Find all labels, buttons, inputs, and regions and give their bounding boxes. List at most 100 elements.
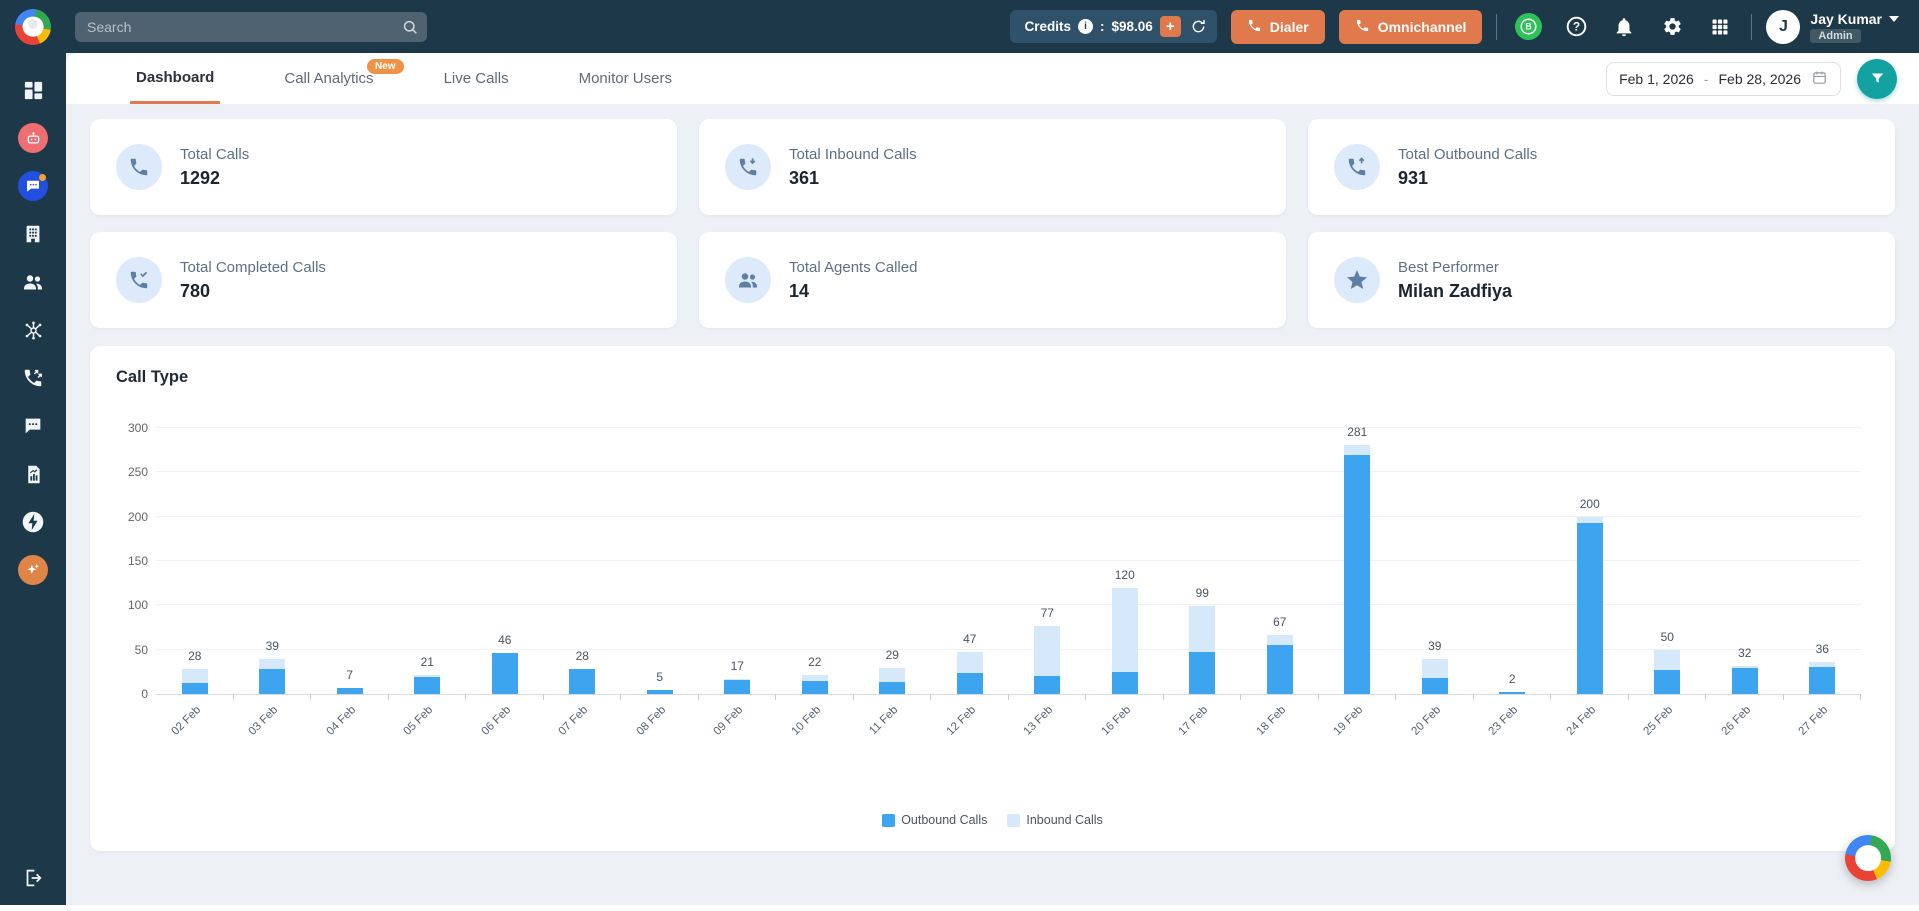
user-menu[interactable]: J Jay Kumar Admin bbox=[1766, 9, 1899, 44]
bar-segment-outbound[interactable] bbox=[1499, 692, 1526, 694]
bar-segment-outbound[interactable] bbox=[1809, 666, 1836, 694]
chat-icon[interactable] bbox=[13, 169, 53, 203]
date-range-picker[interactable]: Feb 1, 2026 - Feb 28, 2026 bbox=[1606, 61, 1841, 96]
bar-segment-outbound[interactable] bbox=[414, 677, 441, 694]
help-icon[interactable]: ? bbox=[1559, 12, 1593, 42]
stacked-bar bbox=[1654, 649, 1681, 694]
x-axis-tick-label: 27 Feb bbox=[1796, 704, 1831, 738]
legend-label: Outbound Calls bbox=[901, 813, 988, 827]
call-forward-icon[interactable] bbox=[13, 361, 53, 395]
bar-segment-outbound[interactable] bbox=[1654, 670, 1681, 694]
bar-segment-outbound[interactable] bbox=[1034, 676, 1061, 694]
hub-icon[interactable] bbox=[13, 313, 53, 347]
x-axis-tick-label: 08 Feb bbox=[634, 704, 669, 738]
agents-icon bbox=[725, 257, 771, 303]
tab-monitor-users[interactable]: Monitor Users bbox=[573, 53, 678, 104]
bar-segment-outbound[interactable] bbox=[724, 679, 751, 694]
power-icon[interactable] bbox=[13, 505, 53, 539]
stacked-bar bbox=[569, 669, 596, 694]
settings-icon[interactable] bbox=[1655, 12, 1689, 42]
bar-segment-inbound[interactable] bbox=[259, 659, 286, 670]
avatar[interactable]: J bbox=[1766, 9, 1801, 44]
search-icon[interactable] bbox=[401, 18, 419, 41]
phone-icon bbox=[1355, 18, 1370, 36]
bar-segment-outbound[interactable] bbox=[879, 681, 906, 694]
bar-segment-outbound[interactable] bbox=[1421, 678, 1448, 694]
tab-call-analytics[interactable]: Call Analytics New bbox=[278, 53, 404, 104]
calendar-icon[interactable] bbox=[1811, 69, 1828, 89]
bar-segment-inbound[interactable] bbox=[1344, 444, 1371, 455]
user-role-badge: Admin bbox=[1810, 28, 1861, 43]
bar-segment-inbound[interactable] bbox=[181, 669, 208, 684]
bar-segment-outbound[interactable] bbox=[491, 653, 518, 694]
apps-grid-icon[interactable] bbox=[1703, 12, 1737, 42]
search-input[interactable] bbox=[75, 18, 427, 35]
chat-widget-button[interactable] bbox=[1845, 835, 1891, 881]
bar-value-label: 28 bbox=[575, 649, 589, 664]
bar-segment-outbound[interactable] bbox=[1111, 671, 1138, 694]
sms-icon[interactable] bbox=[13, 409, 53, 443]
search-box[interactable] bbox=[75, 11, 427, 42]
bar-slot-17-feb: 99 17 Feb bbox=[1164, 429, 1242, 738]
bar-segment-inbound[interactable] bbox=[1266, 634, 1293, 646]
bar-slot-03-feb: 39 03 Feb bbox=[234, 429, 312, 738]
bar-segment-inbound[interactable] bbox=[1189, 606, 1216, 653]
brand-logo bbox=[15, 8, 51, 45]
report-icon[interactable] bbox=[13, 457, 53, 491]
bar-segment-inbound[interactable] bbox=[1111, 587, 1138, 672]
bar-segment-outbound[interactable] bbox=[259, 669, 286, 694]
legend-item-outbound-calls[interactable]: Outbound Calls bbox=[882, 813, 987, 827]
y-axis-tick-label: 0 bbox=[141, 687, 148, 701]
bar-segment-outbound[interactable] bbox=[801, 680, 828, 694]
chart-plot: 0 50 100 150 200 250 300 28 02 Feb 39 03 Feb 7 04 Fe… bbox=[128, 421, 1861, 738]
bar-value-label: 29 bbox=[885, 648, 899, 663]
whatsapp-business-icon[interactable]: B bbox=[1511, 12, 1545, 42]
stat-value: 14 bbox=[789, 280, 810, 301]
bar-segment-outbound[interactable] bbox=[1731, 668, 1758, 694]
notifications-icon[interactable] bbox=[1607, 12, 1641, 42]
chevron-down-icon[interactable] bbox=[1889, 15, 1899, 22]
contacts-icon[interactable] bbox=[13, 265, 53, 299]
date-start[interactable]: Feb 1, 2026 bbox=[1619, 71, 1694, 87]
bar-segment-outbound[interactable] bbox=[1344, 454, 1371, 694]
bar-segment-outbound[interactable] bbox=[336, 687, 363, 694]
bar-segment-outbound[interactable] bbox=[1266, 645, 1293, 694]
y-axis-tick-label: 150 bbox=[127, 554, 148, 568]
add-credits-button[interactable]: + bbox=[1159, 16, 1181, 37]
tab-live-calls[interactable]: Live Calls bbox=[438, 53, 515, 104]
bar-segment-inbound[interactable] bbox=[1654, 649, 1681, 671]
bar-segment-outbound[interactable] bbox=[181, 683, 208, 694]
stat-value: 361 bbox=[789, 167, 820, 188]
filter-button[interactable] bbox=[1857, 58, 1897, 99]
exit-icon[interactable] bbox=[13, 861, 53, 895]
bar-segment-inbound[interactable] bbox=[1421, 659, 1448, 679]
x-axis-tick-label: 09 Feb bbox=[711, 704, 746, 738]
credits-separator: : bbox=[1100, 19, 1105, 34]
tab-dashboard[interactable]: Dashboard bbox=[130, 53, 221, 104]
bar-slot-04-feb: 7 04 Feb bbox=[311, 429, 389, 738]
info-icon[interactable]: i bbox=[1078, 19, 1093, 34]
bot-icon[interactable] bbox=[13, 121, 53, 155]
bar-segment-inbound[interactable] bbox=[956, 652, 983, 673]
stats-grid: Total Calls 1292 Total Inbound Calls 361 Tot… bbox=[90, 119, 1895, 328]
legend-label: Inbound Calls bbox=[1026, 813, 1103, 827]
bar-segment-outbound[interactable] bbox=[1189, 652, 1216, 694]
bar-segment-outbound[interactable] bbox=[646, 689, 673, 694]
omnichannel-button[interactable]: Omnichannel bbox=[1338, 9, 1483, 44]
ai-icon[interactable] bbox=[13, 553, 53, 587]
stat-card-total-inbound-calls: Total Inbound Calls 361 bbox=[699, 119, 1286, 215]
bar-segment-inbound[interactable] bbox=[879, 668, 906, 682]
date-end[interactable]: Feb 28, 2026 bbox=[1718, 71, 1801, 87]
bar-segment-inbound[interactable] bbox=[1034, 625, 1061, 677]
bar-segment-outbound[interactable] bbox=[956, 672, 983, 694]
stat-value: 1292 bbox=[180, 167, 221, 188]
bar-segment-outbound[interactable] bbox=[1576, 522, 1603, 694]
bar-slot-02-feb: 28 02 Feb bbox=[156, 429, 234, 738]
company-icon[interactable] bbox=[13, 217, 53, 251]
refresh-credits-icon[interactable] bbox=[1190, 18, 1207, 35]
bar-segment-outbound[interactable] bbox=[569, 669, 596, 694]
legend-item-inbound-calls[interactable]: Inbound Calls bbox=[1007, 813, 1103, 827]
dialer-button[interactable]: Dialer bbox=[1230, 9, 1325, 44]
bar-slot-19-feb: 281 19 Feb bbox=[1319, 425, 1397, 738]
dashboard-icon[interactable] bbox=[13, 73, 53, 107]
